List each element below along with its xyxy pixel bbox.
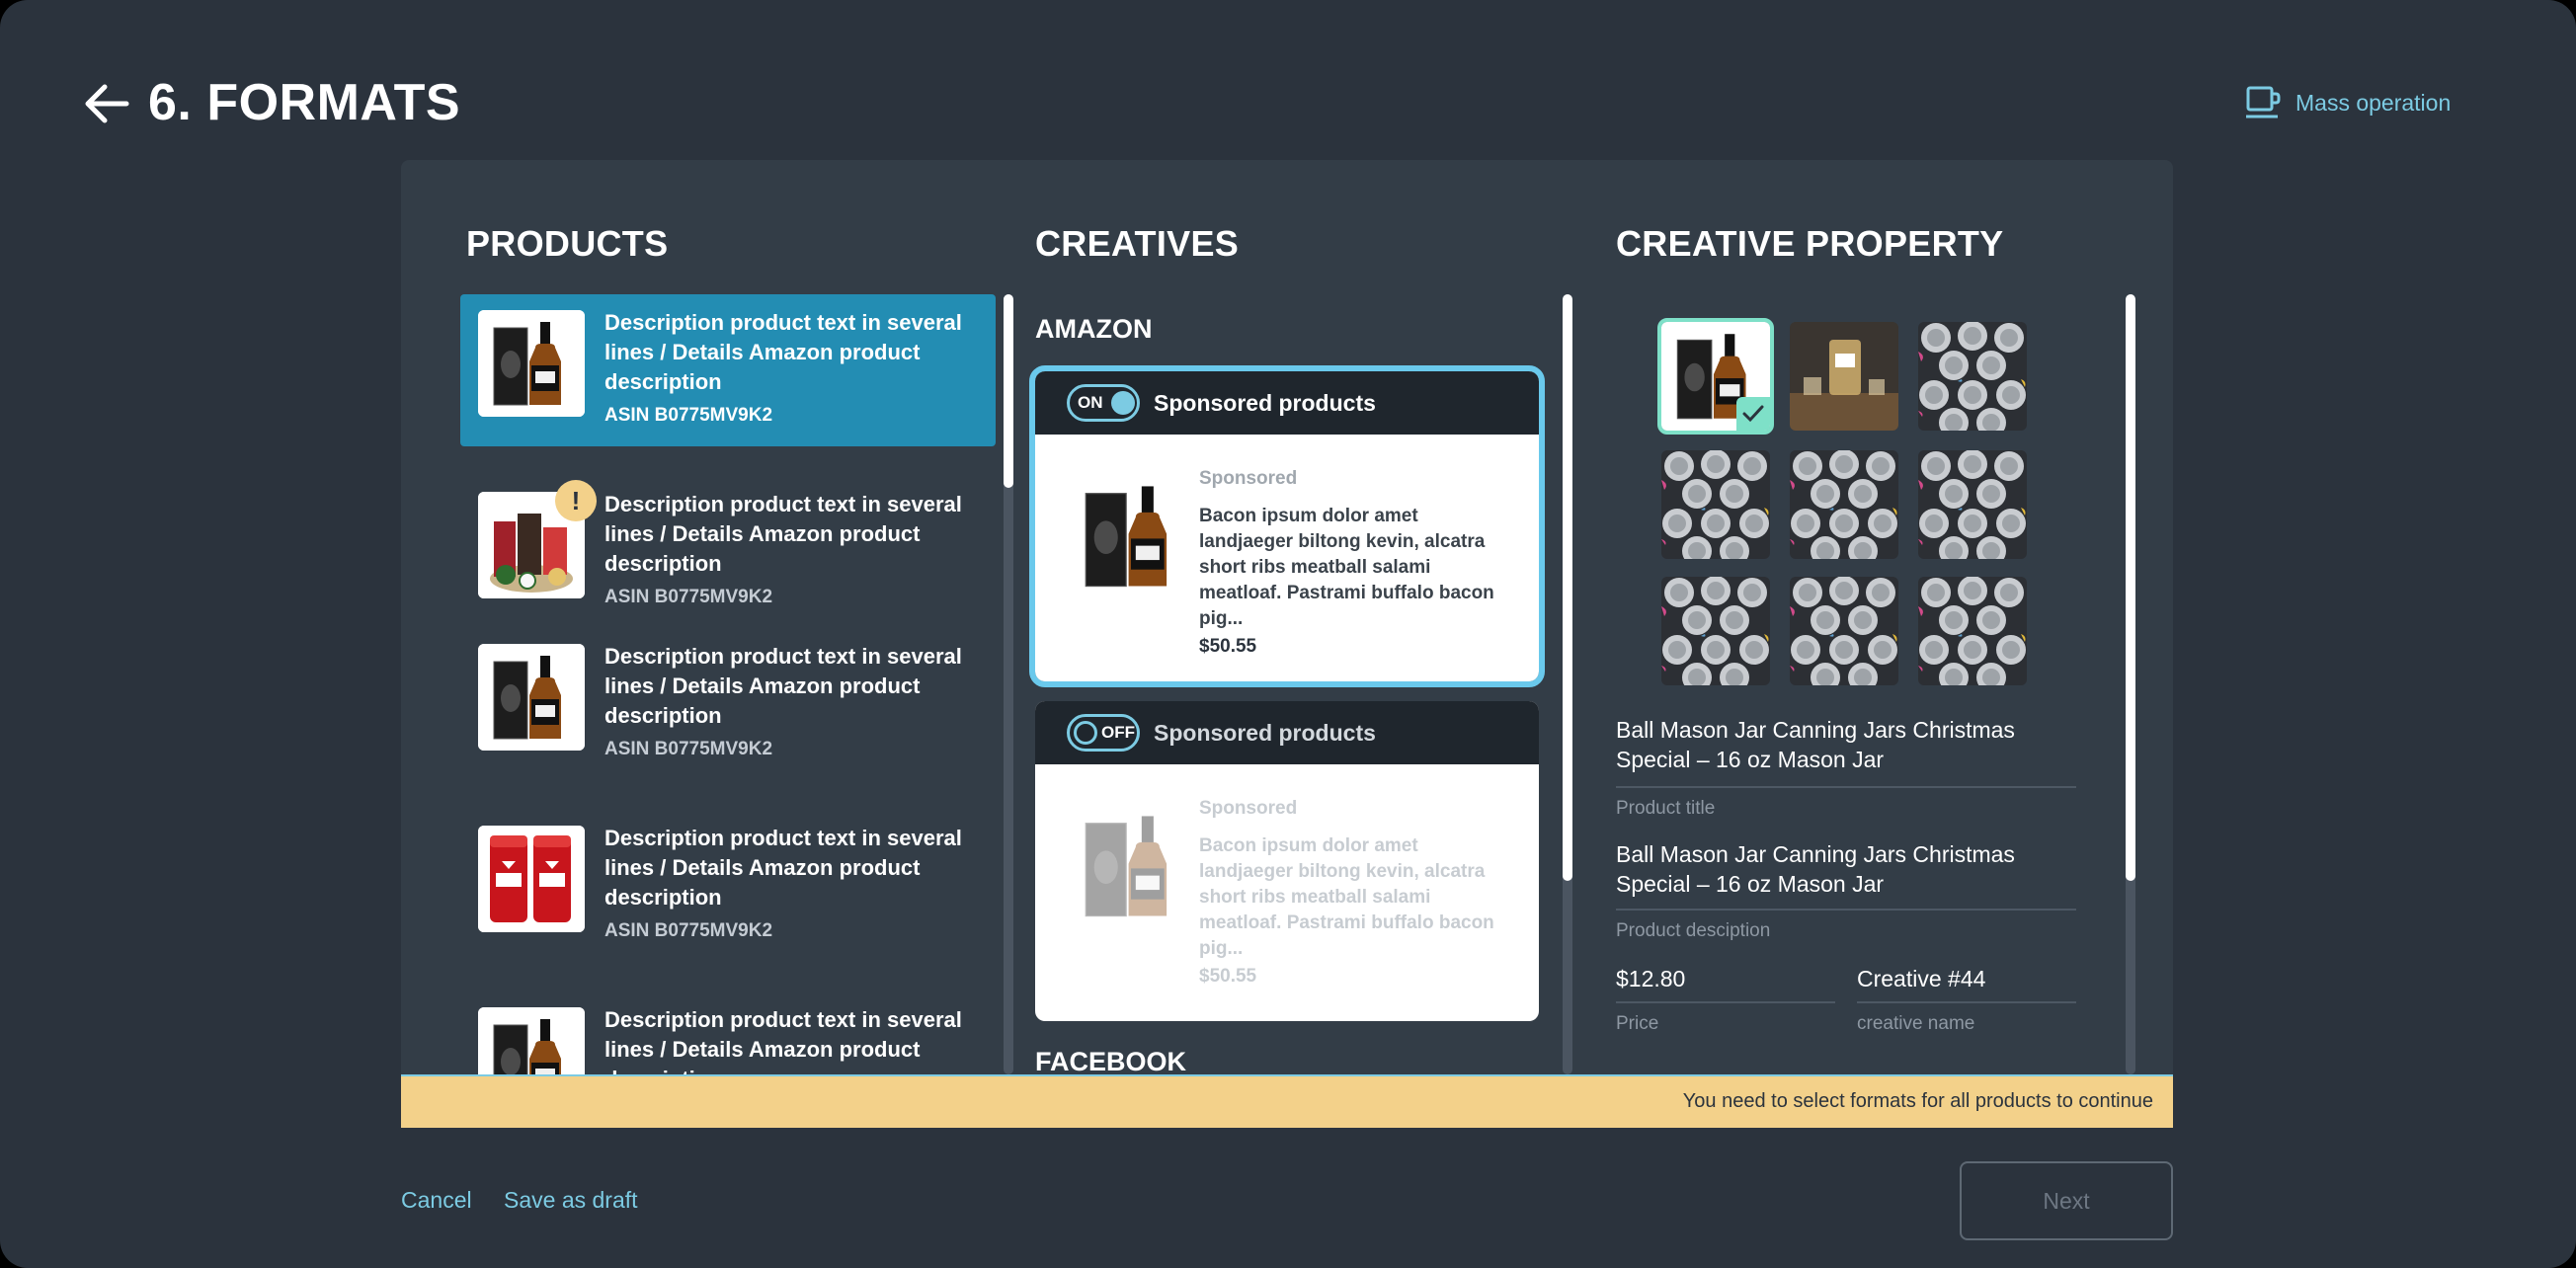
toggle-knob	[1074, 721, 1097, 745]
products-heading: PRODUCTS	[466, 223, 669, 264]
product-item[interactable]: ! Description product text in several li…	[460, 476, 996, 628]
toggle-knob	[1111, 391, 1135, 415]
mass-operation-button[interactable]: Mass operation	[2244, 85, 2451, 120]
products-scrollbar[interactable]	[1004, 294, 1013, 1074]
page-title: 6. FORMATS	[148, 74, 461, 131]
product-title-underline	[1616, 786, 2076, 788]
mass-operation-icon	[2246, 86, 2281, 119]
check-icon	[1736, 397, 1770, 431]
creative-name-value[interactable]: Creative #44	[1857, 964, 1985, 993]
formats-window: 6. FORMATS Mass operation PRODUCTS Descr…	[0, 0, 2576, 1268]
product-title-value[interactable]: Ball Mason Jar Canning Jars Christmas Sp…	[1616, 715, 2051, 774]
product-item[interactable]: Description product text in several line…	[460, 294, 996, 446]
product-description: Description product text in several line…	[604, 1007, 962, 1074]
product-description: Description product text in several line…	[604, 310, 962, 394]
gallery-image[interactable]	[1790, 322, 1898, 431]
sponsored-label: Sponsored	[1199, 798, 1298, 819]
gallery-image[interactable]	[1790, 450, 1898, 559]
product-title-label: Product title	[1616, 798, 1716, 819]
product-thumbnail	[478, 310, 585, 417]
creative-name-label: creative name	[1857, 1013, 1975, 1034]
creative-name-underline	[1857, 1001, 2076, 1003]
next-button[interactable]: Next	[1960, 1161, 2173, 1240]
creative-product-image	[1067, 472, 1195, 600]
creative-card-title: Sponsored products	[1154, 389, 1376, 416]
save-draft-button[interactable]: Save as draft	[504, 1187, 638, 1214]
price-underline	[1616, 1001, 1835, 1003]
creative-image-gallery	[1657, 318, 2043, 697]
back-arrow-icon[interactable]	[83, 83, 130, 124]
creative-price: $50.55	[1199, 966, 1257, 987]
product-description: Description product text in several line…	[604, 492, 962, 576]
price-value[interactable]: $12.80	[1616, 964, 1685, 993]
creatives-scrollbar[interactable]	[1563, 294, 1572, 1074]
toggle-label: ON	[1078, 393, 1103, 412]
creatives-heading: CREATIVES	[1035, 223, 1240, 264]
gallery-image[interactable]	[1661, 577, 1770, 685]
property-scrollbar[interactable]	[2126, 294, 2135, 1074]
notice-bar: You need to select formats for all produ…	[401, 1076, 2173, 1128]
creative-product-image	[1067, 802, 1195, 930]
facebook-section-label: FACEBOOK	[1035, 1047, 1187, 1076]
creative-toggle[interactable]: OFF	[1067, 714, 1140, 752]
creatives-scrollbar-thumb[interactable]	[1563, 294, 1572, 881]
product-thumbnail	[478, 1007, 585, 1074]
product-description-value[interactable]: Ball Mason Jar Canning Jars Christmas Sp…	[1616, 839, 2051, 899]
creative-card[interactable]: ON Sponsored products Sponsored Bacon ip…	[1029, 365, 1545, 687]
creative-text: Bacon ipsum dolor amet landjaeger bilton…	[1199, 506, 1494, 629]
gallery-image[interactable]	[1918, 450, 2027, 559]
product-thumbnail	[478, 826, 585, 932]
creative-text: Bacon ipsum dolor amet landjaeger bilton…	[1199, 835, 1494, 959]
gallery-image[interactable]	[1918, 577, 2027, 685]
product-item[interactable]: Description product text in several line…	[460, 991, 996, 1074]
product-description-underline	[1616, 909, 2076, 911]
formats-panel: PRODUCTS Description product text in sev…	[401, 160, 2173, 1128]
creative-card-title: Sponsored products	[1154, 719, 1376, 746]
creative-toggle[interactable]: ON	[1067, 384, 1140, 422]
mass-operation-label: Mass operation	[2295, 89, 2452, 116]
sponsored-label: Sponsored	[1199, 468, 1298, 489]
product-asin: ASIN B0775MV9K2	[604, 587, 773, 607]
gallery-image[interactable]	[1790, 577, 1898, 685]
product-description-label: Product desciption	[1616, 920, 1771, 941]
creative-property-heading: CREATIVE PROPERTY	[1616, 223, 2004, 264]
property-scrollbar-thumb[interactable]	[2126, 294, 2135, 881]
notice-text: You need to select formats for all produ…	[1682, 1090, 2153, 1112]
price-label: Price	[1616, 1013, 1659, 1034]
gallery-image[interactable]	[1657, 318, 1774, 435]
creative-price: $50.55	[1199, 636, 1257, 657]
product-asin: ASIN B0775MV9K2	[604, 739, 773, 759]
product-asin: ASIN B0775MV9K2	[604, 405, 773, 426]
amazon-section-label: AMAZON	[1035, 314, 1153, 344]
product-asin: ASIN B0775MV9K2	[604, 920, 773, 941]
gallery-image[interactable]	[1918, 322, 2027, 431]
cancel-button[interactable]: Cancel	[401, 1187, 472, 1214]
products-scrollbar-thumb[interactable]	[1004, 294, 1013, 488]
product-description: Description product text in several line…	[604, 826, 962, 910]
warning-icon: !	[555, 480, 597, 521]
products-list: Description product text in several line…	[460, 294, 996, 1074]
creative-card[interactable]: OFF Sponsored products Sponsored Bacon i…	[1035, 701, 1539, 1021]
gallery-image[interactable]	[1661, 450, 1770, 559]
product-thumbnail	[478, 644, 585, 751]
product-description: Description product text in several line…	[604, 644, 962, 728]
toggle-label: OFF	[1101, 723, 1135, 742]
product-item[interactable]: Description product text in several line…	[460, 628, 996, 780]
product-item[interactable]: Description product text in several line…	[460, 810, 996, 962]
